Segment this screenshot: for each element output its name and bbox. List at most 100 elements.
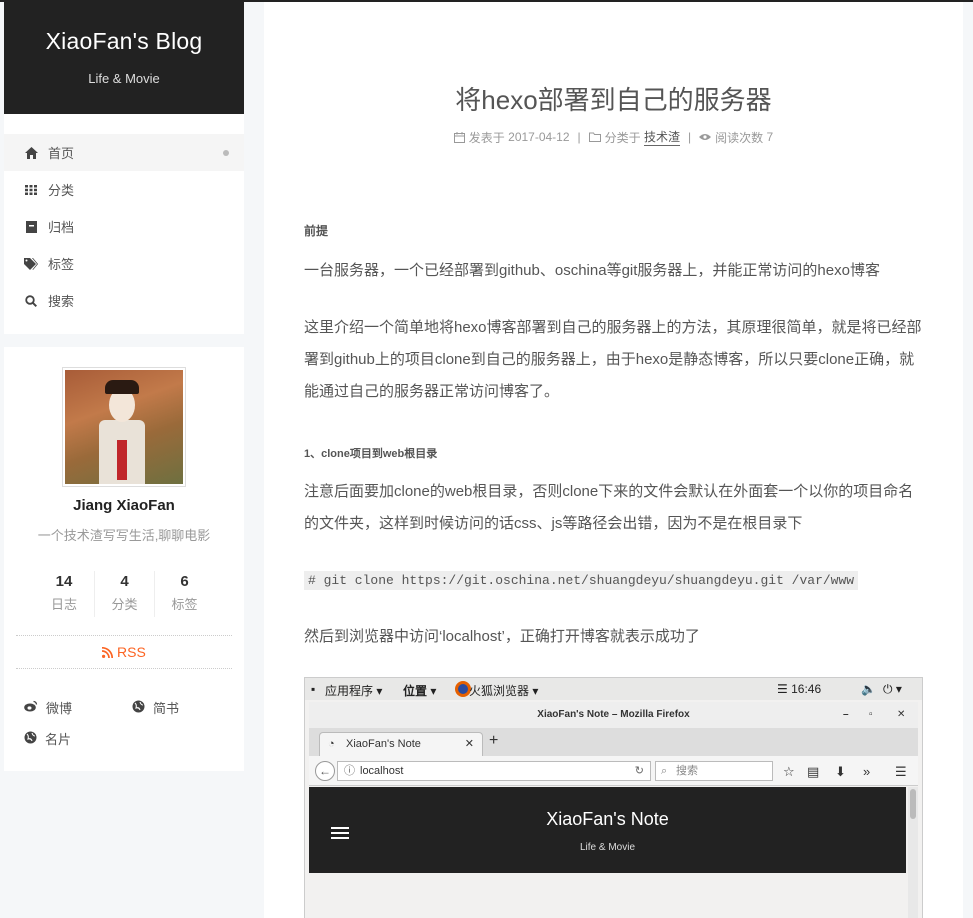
search-icon: ⌕ <box>661 765 668 777</box>
post-meta: 发表于 2017-04-12 | 分类于 技术渣 | 阅读次数 7 <box>264 128 963 146</box>
stat-posts[interactable]: 14 日志 <box>34 571 94 617</box>
meta-separator: | <box>577 130 581 144</box>
browser-menu: 火狐浏览器 ▾ <box>469 684 539 698</box>
url-text: localhost <box>360 765 404 777</box>
embedded-site-title: XiaoFan's Note <box>546 809 669 829</box>
tags-icon <box>24 257 38 270</box>
home-icon <box>24 146 38 159</box>
download-icon: ⬇ <box>835 764 846 779</box>
menu-item-label: 归档 <box>48 220 75 235</box>
post-content: 将hexo部署到自己的服务器 发表于 2017-04-12 | 分类于 技术渣 … <box>264 2 963 918</box>
embedded-site-header: XiaoFan's Note Life & Movie <box>309 787 906 873</box>
paragraph-4: 然后到浏览器中访问‘localhost’，正确打开博客就表示成功了 <box>304 628 700 645</box>
apps-icon: ▪ <box>311 682 316 696</box>
rss-label: RSS <box>117 644 146 660</box>
tab-close-icon: ✕ <box>464 738 474 750</box>
menu-item-search[interactable]: 搜索 <box>4 282 244 319</box>
minimize-icon: – <box>843 709 849 720</box>
globe-icon <box>132 700 145 716</box>
clock: ☰ 16:46 <box>777 682 822 696</box>
menu-item-tags[interactable]: 标签 <box>4 245 244 282</box>
views-prefix: 阅读次数 <box>715 130 764 145</box>
category-prefix: 分类于 <box>604 130 641 145</box>
info-icon: ⓘ <box>344 765 355 777</box>
site-title[interactable]: XiaoFan's Blog <box>4 2 244 55</box>
posted-prefix: 发表于 <box>468 130 505 145</box>
site-stats: 14 日志 4 分类 6 标签 <box>34 571 214 617</box>
weibo-icon <box>24 700 38 715</box>
search-box: ⌕ 搜索 <box>655 761 773 781</box>
author-name: Jiang XiaoFan <box>73 497 175 514</box>
author-profile: Jiang XiaoFan 一个技术渣写写生活,聊聊电影 14 日志 4 分类 … <box>4 347 244 771</box>
window-title: XiaoFan's Note – Mozilla Firefox <box>537 709 690 720</box>
calendar-icon <box>453 131 465 143</box>
social-link-card[interactable]: 名片 <box>24 729 71 748</box>
stat-count: 6 <box>180 573 189 590</box>
rss-icon <box>102 644 117 660</box>
close-icon: ✕ <box>897 709 906 720</box>
tab-label: XiaoFan's Note <box>346 738 421 750</box>
reload-icon: ↻ <box>634 765 644 777</box>
url-bar: ⓘ localhost ↻ <box>337 761 651 781</box>
volume-icon: 🔈 <box>861 682 876 696</box>
apps-menu: 应用程序 ▾ <box>325 684 383 698</box>
browser-tab: ◔ XiaoFan's Note ✕ <box>319 732 483 756</box>
stat-label: 标签 <box>171 597 198 612</box>
menu-toggle-icon <box>331 827 349 842</box>
firefox-titlebar: XiaoFan's Note – Mozilla Firefox – ▫ ✕ <box>309 702 918 728</box>
new-tab-icon: + <box>489 732 499 749</box>
social-link-label: 简书 <box>153 701 180 716</box>
menu-item-label: 搜索 <box>48 294 75 309</box>
tab-icon: ◔ <box>328 738 335 750</box>
social-link-label: 名片 <box>45 732 72 747</box>
stat-categories[interactable]: 4 分类 <box>94 571 154 617</box>
menu-item-categories[interactable]: 分类 <box>4 171 244 208</box>
menu-item-archives[interactable]: 归档 <box>4 208 244 245</box>
menu-item-label: 分类 <box>48 183 75 198</box>
overflow-icon: » <box>863 764 871 779</box>
sidebar-menu: 首页 分类 归档 标签 搜索 <box>4 114 244 334</box>
menu-item-label: 首页 <box>48 146 75 161</box>
hamburger-icon: ☰ <box>895 764 907 779</box>
power-icon: ⏻ ▾ <box>883 682 902 696</box>
firefox-tabbar: ◔ XiaoFan's Note ✕ + <box>309 728 918 756</box>
eye-icon <box>699 133 712 141</box>
site-subtitle: Life & Movie <box>88 71 160 86</box>
back-icon: ← <box>315 761 335 781</box>
social-link-label: 微博 <box>46 701 73 716</box>
grid-icon <box>24 184 38 195</box>
avatar <box>62 367 186 487</box>
stat-label: 日志 <box>50 597 77 612</box>
meta-separator: | <box>688 130 692 144</box>
code-line: # git clone https://git.oschina.net/shua… <box>304 571 859 590</box>
post-image-screenshot: ▪ 应用程序 ▾ 位置 ▾ 火狐浏览器 ▾ ☰ 16:46 🔈 ⏻ ▾ Xiao… <box>304 677 923 918</box>
maximize-icon: ▫ <box>869 709 873 720</box>
post-title[interactable]: 将hexo部署到自己的服务器 <box>264 80 963 117</box>
rss-link[interactable]: RSS <box>16 635 232 669</box>
stat-tags[interactable]: 6 标签 <box>154 571 214 617</box>
site-brand[interactable]: XiaoFan's Blog Life & Movie <box>4 2 244 114</box>
embedded-scrollbar <box>908 787 918 918</box>
places-menu: 位置 ▾ <box>403 684 437 698</box>
category-link[interactable]: 技术渣 <box>644 128 681 146</box>
globe-icon <box>24 731 37 747</box>
gnome-topbar: ▪ 应用程序 ▾ 位置 ▾ 火狐浏览器 ▾ ☰ 16:46 🔈 ⏻ ▾ <box>305 678 922 700</box>
social-link-jianshu[interactable]: 简书 <box>132 698 179 717</box>
bookmark-icon: ☆ <box>783 764 795 779</box>
folder-icon <box>588 132 601 142</box>
section-heading-step1: 1、clone项目到web根目录 <box>304 448 438 460</box>
code-block: # git clone https://git.oschina.net/shua… <box>304 571 924 590</box>
menu-item-label: 标签 <box>48 257 75 272</box>
library-icon: ▤ <box>807 764 820 779</box>
stat-count: 4 <box>120 573 129 590</box>
paragraph-2: 这里介绍一个简单地将hexo博客部署到自己的服务器上的方法，其原理很简单，就是将… <box>304 319 922 400</box>
social-link-weibo[interactable]: 微博 <box>24 698 72 717</box>
stat-label: 分类 <box>111 597 138 612</box>
menu-item-home[interactable]: 首页 <box>4 134 244 171</box>
paragraph-3: 注意后面要加clone的web根目录，否则clone下来的文件会默认在外面套一个… <box>304 483 914 532</box>
archive-icon <box>24 220 38 233</box>
paragraph-1: 一台服务器，一个已经部署到github、oschina等git服务器上，并能正常… <box>304 262 880 279</box>
search-icon <box>24 294 38 307</box>
author-description: 一个技术渣写写生活,聊聊电影 <box>37 528 211 543</box>
section-heading-preface: 前提 <box>304 224 329 238</box>
